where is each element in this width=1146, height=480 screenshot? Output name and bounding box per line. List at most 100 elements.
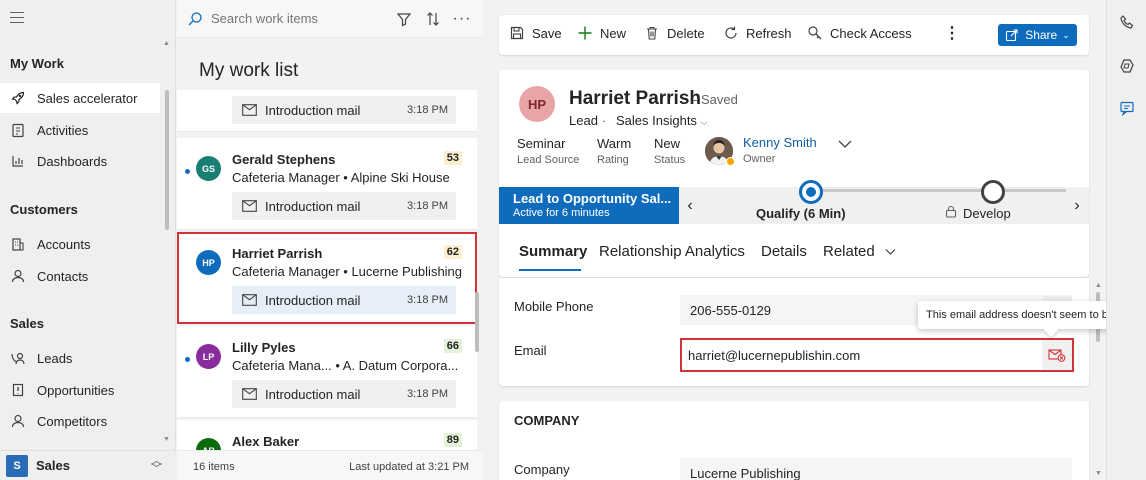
filter-icon[interactable] — [394, 9, 414, 29]
refresh-button[interactable]: Refresh — [723, 25, 792, 41]
next-action-item[interactable]: Introduction mail 3:18 PM — [232, 286, 456, 314]
new-button[interactable]: New — [577, 25, 626, 41]
nav-item-leads[interactable]: Leads — [0, 343, 160, 373]
work-list-scrollbar[interactable] — [475, 292, 479, 352]
nav-group-customers: Customers — [10, 202, 78, 217]
scroll-down-arrow-icon[interactable]: ▼ — [1095, 470, 1102, 477]
tab-related[interactable]: Related — [823, 243, 896, 260]
trash-icon — [644, 25, 660, 41]
copilot-icon[interactable] — [1117, 56, 1137, 76]
work-item-card[interactable]: AB Alex Baker 89 — [177, 420, 477, 450]
save-icon — [509, 25, 525, 41]
command-bar: Save New Delete Refresh Check Access ⋮ S… — [499, 15, 1089, 55]
tab-summary[interactable]: Summary — [519, 243, 587, 260]
scroll-down-arrow-icon[interactable]: ▼ — [163, 436, 170, 443]
task-name: Introduction mail — [265, 292, 361, 308]
nav-item-accounts[interactable]: Accounts — [0, 229, 160, 259]
nav-item-opportunities[interactable]: Opportunities — [0, 375, 160, 405]
share-button[interactable]: Share ⌄ — [998, 24, 1077, 46]
phone-icon[interactable] — [1117, 12, 1137, 32]
nav-item-contacts[interactable]: Contacts — [0, 261, 160, 291]
task-time: 3:18 PM — [407, 294, 448, 306]
contact-name[interactable]: Gerald Stephens — [232, 152, 335, 167]
presence-away-icon — [726, 157, 735, 166]
chevron-left-icon[interactable]: ‹ — [680, 187, 700, 224]
work-item-card[interactable]: GS Gerald Stephens Cafeteria Manager • Alp… — [177, 138, 477, 230]
more-commands-icon[interactable]: ⋮ — [944, 23, 960, 43]
share-icon — [1005, 28, 1019, 42]
next-action-item[interactable]: Introduction mail 3:18 PM — [232, 192, 456, 220]
email-field[interactable] — [680, 338, 1074, 372]
record-avatar: HP — [519, 86, 555, 122]
work-item-card[interactable]: Introduction mail 3:18 PM — [177, 90, 477, 132]
owner-link[interactable]: Kenny Smith — [743, 135, 817, 150]
check-access-button[interactable]: Check Access — [807, 25, 912, 41]
nav-item-competitors[interactable]: Competitors — [0, 406, 160, 436]
stage-qualify-label[interactable]: Qualify (6 Min) — [756, 206, 846, 221]
contact-avatar: GS — [196, 156, 221, 181]
contact-avatar: HP — [196, 250, 221, 275]
tab-relationship-analytics[interactable]: Relationship Analytics — [599, 243, 745, 260]
chevron-right-icon[interactable]: › — [1067, 187, 1087, 224]
lead-score-badge: 89 — [443, 433, 462, 447]
right-side-pane-rail — [1106, 0, 1146, 480]
sitemap-nav: My Work Sales accelerator Activities Das… — [0, 0, 176, 480]
stage-develop-label[interactable]: Develop — [963, 206, 1011, 221]
work-item-card[interactable]: HP Harriet Parrish Cafeteria Manager • Luc… — [177, 232, 477, 324]
section-title: COMPANY — [514, 413, 580, 428]
area-badge: S — [6, 454, 28, 477]
lead-score-badge: 53 — [443, 151, 462, 165]
process-flow-title[interactable]: Lead to Opportunity Sal... Active for 6 … — [499, 187, 679, 224]
unread-indicator — [185, 169, 190, 174]
nav-item-label: Opportunities — [37, 382, 115, 398]
company-label: Company — [514, 462, 570, 477]
chat-icon[interactable] — [1117, 98, 1137, 118]
task-time: 3:18 PM — [407, 200, 448, 212]
record-pane: Save New Delete Refresh Check Access ⋮ S… — [484, 0, 1106, 480]
email-error-icon[interactable] — [1042, 340, 1072, 370]
building-icon — [10, 236, 26, 252]
contact-subtitle: Cafeteria Mana... • A. Datum Corpora... — [232, 358, 459, 373]
nav-item-sales-accelerator[interactable]: Sales accelerator — [0, 83, 160, 113]
expand-header-chevron-icon[interactable] — [837, 138, 853, 153]
sort-icon[interactable] — [423, 9, 443, 29]
work-list-body: My work list Introduction mail 3:18 PM GS G… — [177, 38, 483, 450]
area-switcher[interactable]: S Sales ︿ ﹀ — [0, 450, 176, 480]
nav-item-label: Contacts — [37, 268, 89, 284]
nav-item-dashboards[interactable]: Dashboards — [0, 146, 160, 176]
form-selector[interactable]: Sales Insights ⌵ — [616, 113, 707, 128]
mail-icon — [242, 294, 257, 306]
delete-button[interactable]: Delete — [644, 25, 705, 41]
contact-name[interactable]: Lilly Pyles — [232, 340, 296, 355]
scroll-up-arrow-icon[interactable]: ▲ — [163, 40, 170, 47]
next-action-item[interactable]: Introduction mail 3:18 PM — [232, 96, 456, 124]
contact-name[interactable]: Alex Baker — [232, 434, 299, 449]
phone-person-icon — [10, 350, 26, 366]
tab-details[interactable]: Details — [761, 243, 807, 260]
hamburger-menu-icon[interactable] — [10, 12, 24, 24]
more-options-icon[interactable]: ··· — [452, 9, 472, 29]
scroll-up-arrow-icon[interactable]: ▲ — [1095, 282, 1102, 289]
company-field[interactable] — [680, 458, 1072, 480]
header-field-status: New Status — [654, 136, 686, 166]
stage-track — [799, 180, 1066, 204]
lead-score-badge: 62 — [443, 245, 462, 259]
contact-name[interactable]: Harriet Parrish — [232, 246, 322, 261]
nav-group-my-work: My Work — [10, 56, 64, 71]
search-input[interactable] — [211, 11, 361, 26]
nav-item-label: Competitors — [37, 413, 108, 429]
next-action-item[interactable]: Introduction mail 3:18 PM — [232, 380, 456, 408]
task-name: Introduction mail — [265, 198, 361, 214]
stage-qualify-marker[interactable] — [799, 180, 823, 204]
stage-develop-marker[interactable] — [981, 180, 1005, 204]
work-item-card[interactable]: LP Lilly Pyles Cafeteria Mana... • A. Datu… — [177, 326, 477, 418]
email-label: Email — [514, 343, 547, 358]
nav-item-label: Leads — [37, 350, 73, 366]
nav-scrollbar[interactable] — [165, 90, 169, 230]
area-name: Sales — [36, 458, 70, 473]
person-icon — [10, 413, 26, 429]
record-header: HP Harriet Parrish - Saved Lead · Sales … — [499, 70, 1089, 277]
business-process-flow: Lead to Opportunity Sal... Active for 6 … — [499, 180, 1089, 224]
save-button[interactable]: Save — [509, 25, 562, 41]
nav-item-activities[interactable]: Activities — [0, 115, 160, 145]
